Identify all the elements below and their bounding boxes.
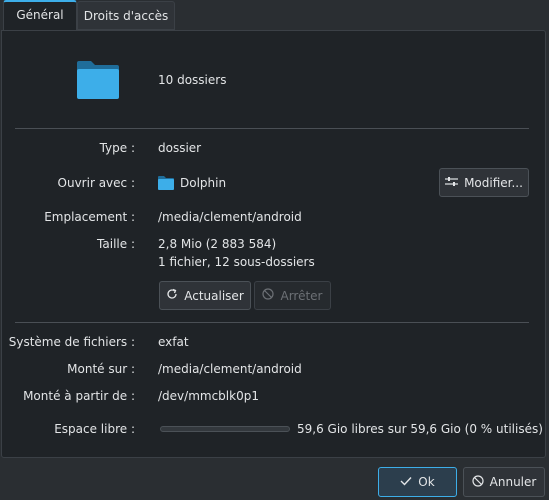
mounted-on-value: /media/clement/android — [158, 362, 302, 376]
filesystem-label: Système de fichiers : — [8, 335, 135, 349]
type-label: Type : — [99, 141, 135, 155]
cancel-button-label: Annuler — [489, 475, 537, 489]
tab-access-rights[interactable]: Droits d'accès — [77, 1, 175, 30]
cancel-icon — [472, 474, 484, 490]
open-with-label: Ouvrir avec : — [57, 176, 135, 190]
open-with-app: Dolphin — [180, 176, 227, 190]
tab-general[interactable]: Général — [3, 0, 77, 31]
dolphin-icon — [158, 175, 174, 190]
refresh-icon — [166, 288, 178, 303]
check-icon — [400, 475, 412, 489]
modify-button[interactable]: Modifier... — [439, 168, 529, 197]
cancel-button[interactable]: Annuler — [463, 467, 545, 497]
folder-icon — [76, 60, 120, 100]
mounted-from-label: Monté à partir de : — [23, 389, 135, 403]
folder-summary: 10 dossiers — [158, 73, 227, 87]
free-space-bar — [160, 426, 290, 432]
refresh-button[interactable]: Actualiser — [159, 281, 251, 310]
size-details: 1 fichier, 12 sous-dossiers — [158, 255, 315, 269]
divider — [15, 322, 529, 323]
type-value: dossier — [158, 141, 202, 155]
free-space-value: 59,6 Gio libres sur 59,6 Gio (0 % utilis… — [297, 422, 543, 436]
ok-button[interactable]: Ok — [378, 467, 457, 497]
refresh-button-label: Actualiser — [184, 288, 244, 303]
mounted-from-value: /dev/mmcblk0p1 — [158, 389, 259, 403]
tab-bar: Général Droits d'accès — [0, 0, 549, 31]
divider — [15, 128, 529, 129]
mounted-on-label: Monté sur : — [67, 362, 135, 376]
size-value: 2,8 Mio (2 883 584) — [158, 237, 277, 251]
size-label: Taille : — [97, 237, 135, 251]
stop-icon — [262, 288, 275, 303]
stop-button[interactable]: Arrêter — [254, 281, 331, 310]
free-space-label: Espace libre : — [54, 422, 135, 436]
location-label: Emplacement : — [44, 210, 135, 224]
filesystem-value: exfat — [158, 335, 189, 349]
location-value: /media/clement/android — [158, 210, 302, 224]
ok-button-label: Ok — [418, 475, 435, 489]
settings-sliders-icon — [445, 176, 459, 190]
modify-button-label: Modifier... — [464, 175, 523, 190]
stop-button-label: Arrêter — [280, 288, 323, 303]
